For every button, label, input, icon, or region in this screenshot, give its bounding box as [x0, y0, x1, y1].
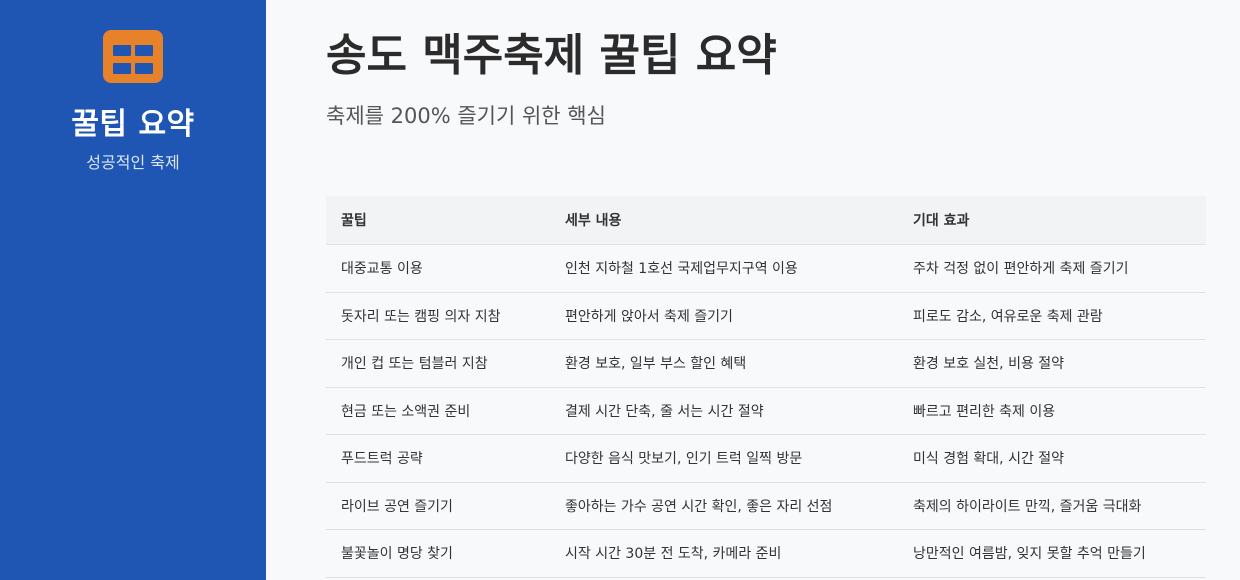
cell-detail: 결제 시간 단축, 줄 서는 시간 절약: [550, 387, 898, 435]
table-row: 대중교통 이용 인천 지하철 1호선 국제업무지구역 이용 주차 걱정 없이 편…: [326, 244, 1206, 293]
sidebar-subtitle: 성공적인 축제: [86, 153, 180, 172]
cell-detail: 시작 시간 30분 전 도착, 카메라 준비: [550, 529, 898, 578]
page-title: 송도 맥주축제 꿀팁 요약: [326, 30, 777, 81]
cell-detail: 환경 보호, 일부 부스 할인 혜택: [550, 339, 898, 388]
cell-effect: 주차 걱정 없이 편안하게 축제 즐기기: [898, 244, 1206, 293]
grid-cell: [135, 45, 153, 56]
cell-tip: 불꽃놀이 명당 찾기: [326, 529, 550, 578]
grid-cell: [113, 45, 131, 56]
sidebar-title: 꿀팁 요약: [71, 107, 195, 142]
grid-cell: [135, 63, 153, 74]
grid-cell: [113, 63, 131, 74]
cell-tip: 푸드트럭 공략: [326, 434, 550, 483]
main-content: 송도 맥주축제 꿀팁 요약 축제를 200% 즐기기 위한 핵심 꿀팁 세부 내…: [266, 0, 1240, 580]
table-row: 개인 컵 또는 텀블러 지참 환경 보호, 일부 부스 할인 혜택 환경 보호 …: [326, 339, 1206, 388]
cell-tip: 라이브 공연 즐기기: [326, 482, 550, 530]
table-body: 대중교통 이용 인천 지하철 1호선 국제업무지구역 이용 주차 걱정 없이 편…: [326, 244, 1206, 578]
cell-detail: 다양한 음식 맛보기, 인기 트럭 일찍 방문: [550, 434, 898, 483]
cell-detail: 인천 지하철 1호선 국제업무지구역 이용: [550, 244, 898, 293]
cell-effect: 미식 경험 확대, 시간 절약: [898, 434, 1206, 483]
cell-tip: 대중교통 이용: [326, 244, 550, 293]
tips-table: 꿀팁 세부 내용 기대 효과 대중교통 이용 인천 지하철 1호선 국제업무지구…: [326, 196, 1206, 578]
table-row: 불꽃놀이 명당 찾기 시작 시간 30분 전 도착, 카메라 준비 낭만적인 여…: [326, 529, 1206, 578]
cell-effect: 피로도 감소, 여유로운 축제 관람: [898, 292, 1206, 340]
column-header-tip: 꿀팁: [326, 196, 550, 245]
column-header-detail: 세부 내용: [550, 196, 898, 245]
cell-detail: 편안하게 앉아서 축제 즐기기: [550, 292, 898, 340]
table-row: 현금 또는 소액권 준비 결제 시간 단축, 줄 서는 시간 절약 빠르고 편리…: [326, 387, 1206, 435]
table-header: 꿀팁 세부 내용 기대 효과: [326, 196, 1206, 245]
table-grid-icon: [103, 30, 163, 83]
cell-effect: 낭만적인 여름밤, 잊지 못할 추억 만들기: [898, 529, 1206, 578]
table-row: 돗자리 또는 캠핑 의자 지참 편안하게 앉아서 축제 즐기기 피로도 감소, …: [326, 292, 1206, 340]
table-row: 라이브 공연 즐기기 좋아하는 가수 공연 시간 확인, 좋은 자리 선점 축제…: [326, 482, 1206, 530]
cell-effect: 축제의 하이라이트 만끽, 즐거움 극대화: [898, 482, 1206, 530]
header-row: 꿀팁 세부 내용 기대 효과: [326, 196, 1206, 245]
cell-effect: 환경 보호 실천, 비용 절약: [898, 339, 1206, 388]
table-row: 푸드트럭 공략 다양한 음식 맛보기, 인기 트럭 일찍 방문 미식 경험 확대…: [326, 434, 1206, 483]
cell-detail: 좋아하는 가수 공연 시간 확인, 좋은 자리 선점: [550, 482, 898, 530]
cell-tip: 개인 컵 또는 텀블러 지참: [326, 339, 550, 388]
cell-tip: 현금 또는 소액권 준비: [326, 387, 550, 435]
page-subtitle: 축제를 200% 즐기기 위한 핵심: [326, 104, 606, 128]
cell-tip: 돗자리 또는 캠핑 의자 지참: [326, 292, 550, 340]
page: 꿀팁 요약 성공적인 축제 송도 맥주축제 꿀팁 요약 축제를 200% 즐기기…: [0, 0, 1240, 580]
sidebar: 꿀팁 요약 성공적인 축제: [0, 0, 266, 580]
column-header-effect: 기대 효과: [898, 196, 1206, 245]
cell-effect: 빠르고 편리한 축제 이용: [898, 387, 1206, 435]
